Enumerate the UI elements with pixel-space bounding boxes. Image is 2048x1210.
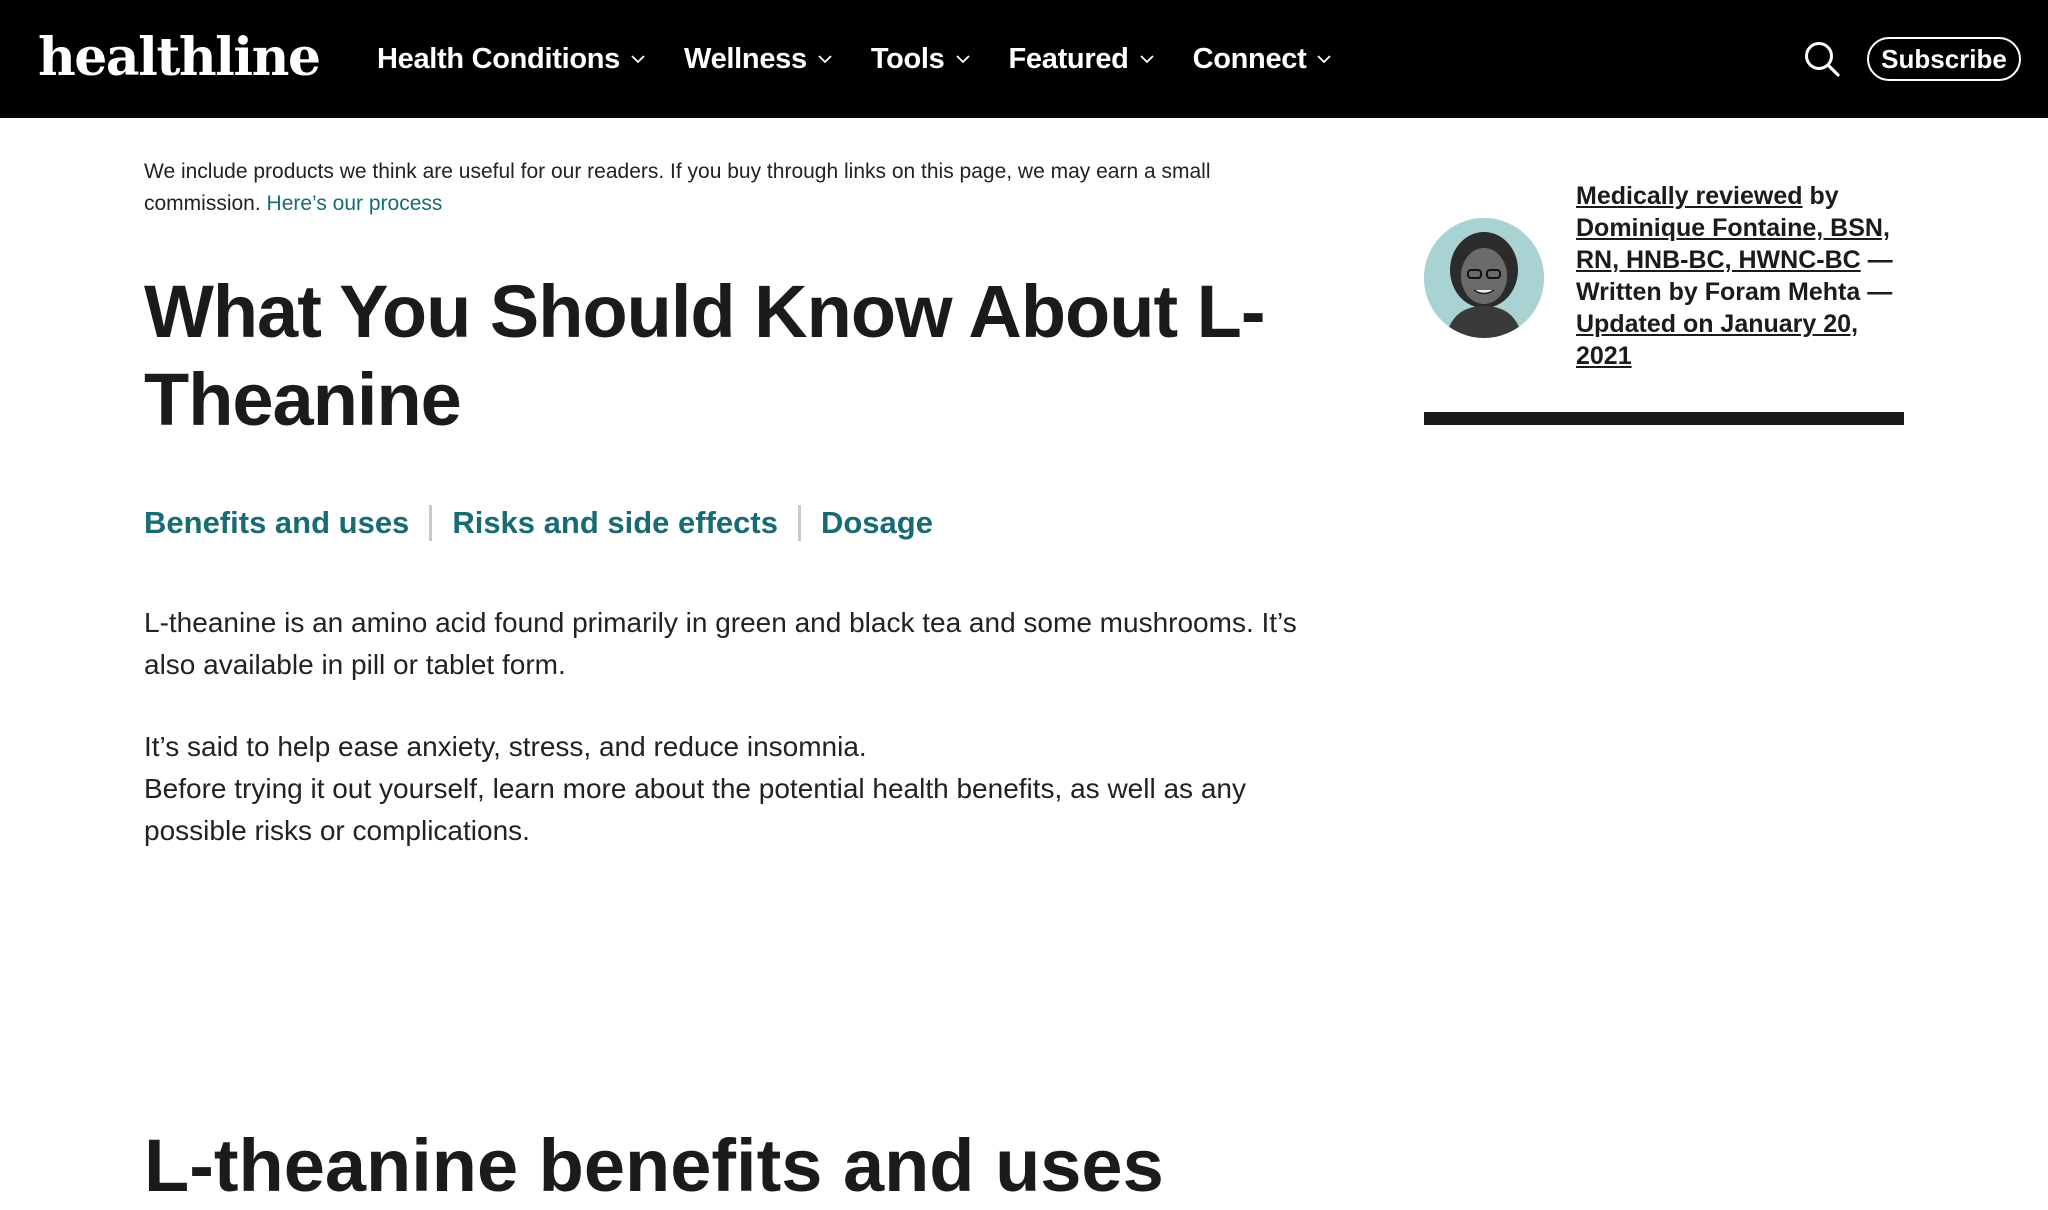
- reviewer-photo: [1424, 218, 1544, 338]
- chevron-down-icon: [818, 55, 832, 64]
- jump-link-benefits[interactable]: Benefits and uses: [144, 505, 409, 541]
- jump-links: Benefits and uses Risks and side effects…: [144, 505, 933, 541]
- paragraph-line: It’s said to help ease anxiety, stress, …: [144, 731, 867, 762]
- nav-featured[interactable]: Featured: [1009, 43, 1155, 76]
- article-title: What You Should Know About L-Theanine: [144, 270, 1266, 441]
- byline-divider: [1424, 412, 1904, 425]
- nav-wellness[interactable]: Wellness: [684, 43, 833, 76]
- article-byline: Medically reviewed by Dominique Fontaine…: [1576, 180, 1906, 372]
- nav-label: Connect: [1192, 42, 1307, 75]
- chevron-down-icon: [1317, 55, 1332, 64]
- our-process-link[interactable]: Here’s our process: [267, 192, 443, 215]
- paragraph-line: Before trying it out yourself, learn mor…: [144, 773, 1246, 846]
- chevron-down-icon: [1139, 55, 1154, 64]
- jump-divider: [429, 505, 433, 541]
- affiliate-disclaimer: We include products we think are useful …: [144, 156, 1324, 220]
- reviewer-avatar[interactable]: [1424, 218, 1544, 338]
- nav-health-conditions[interactable]: Health Conditions: [377, 43, 646, 76]
- nav-label: Health Conditions: [377, 42, 621, 75]
- jump-divider: [797, 505, 801, 541]
- jump-link-risks[interactable]: Risks and side effects: [452, 505, 778, 541]
- nav-label: Wellness: [684, 42, 807, 75]
- main-nav: Health Conditions Wellness Tools Feature…: [377, 0, 1370, 118]
- updated-date-link[interactable]: Updated on January 20, 2021: [1576, 310, 1858, 370]
- nav-label: Featured: [1008, 42, 1129, 75]
- search-icon[interactable]: [1803, 40, 1841, 78]
- top-nav-bar: healthline Health Conditions Wellness To…: [0, 0, 2048, 118]
- nav-label: Tools: [870, 42, 945, 75]
- chevron-down-icon: [955, 55, 970, 64]
- subscribe-button[interactable]: Subscribe: [1867, 37, 2021, 81]
- chevron-down-icon: [631, 55, 645, 64]
- article-body: L-theanine is an amino acid found primar…: [144, 602, 1324, 852]
- section-heading: L-theanine benefits and uses: [144, 1124, 1164, 1207]
- nav-tools[interactable]: Tools: [871, 43, 971, 76]
- healthline-logo[interactable]: healthline: [38, 26, 321, 90]
- jump-link-dosage[interactable]: Dosage: [821, 505, 933, 541]
- medically-reviewed-link[interactable]: Medically reviewed: [1576, 182, 1803, 210]
- byline-by: by: [1802, 182, 1839, 210]
- nav-connect[interactable]: Connect: [1193, 43, 1333, 76]
- intro-paragraph: L-theanine is an amino acid found primar…: [144, 607, 1297, 680]
- reviewer-link[interactable]: Dominique Fontaine, BSN, RN, HNB-BC, HWN…: [1576, 214, 1890, 274]
